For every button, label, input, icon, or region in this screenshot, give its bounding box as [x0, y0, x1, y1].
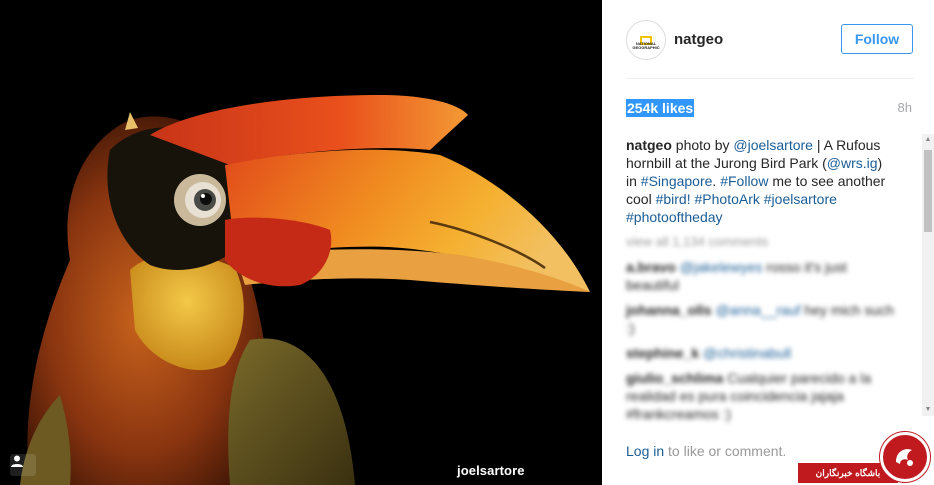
login-prompt: Log in to like or comment. — [626, 443, 786, 459]
post-header: NATIONAL GEOGRAPHIC natgeo Follow — [626, 20, 914, 60]
watermark-badge: باشگاه خبرنگاران — [798, 430, 934, 485]
comment: giulio_schlima Cualquier parecido a la r… — [626, 369, 896, 423]
hashtag-link[interactable]: #joelsartore — [764, 191, 837, 207]
mention-link[interactable]: @jakelewyes — [680, 259, 763, 275]
comment: a.bravo @jakelewyes rosso it's just beau… — [626, 258, 896, 294]
post-side-panel: NATIONAL GEOGRAPHIC natgeo Follow 254k l… — [602, 0, 934, 485]
comments-list: natgeo photo by @joelsartore | A Rufous … — [626, 136, 896, 423]
login-link[interactable]: Log in — [626, 443, 664, 459]
view-all-comments-link[interactable]: view all 1,134 comments — [626, 233, 896, 251]
caption-text: photo by — [671, 137, 734, 153]
comment-user[interactable]: johanna_olls — [626, 302, 712, 318]
hashtag-link[interactable]: #Singapore — [641, 173, 713, 189]
scroll-thumb[interactable] — [924, 150, 932, 232]
caption: natgeo photo by @joelsartore | A Rufous … — [626, 136, 896, 226]
hornbill-photo — [20, 95, 590, 485]
comment-user[interactable]: a.bravo — [626, 259, 676, 275]
comment-user[interactable]: stephine_k — [626, 345, 699, 361]
username[interactable]: natgeo — [674, 31, 723, 48]
mention-link[interactable]: @joelsartore — [733, 137, 813, 153]
comment: johanna_olls @anna__rauf hey mich such :… — [626, 301, 896, 337]
login-text: to like or comment. — [664, 443, 787, 459]
hashtag-link[interactable]: #Follow — [720, 173, 768, 189]
divider — [626, 78, 914, 79]
comments-scrollbar[interactable]: ▲ ▼ — [922, 134, 934, 416]
avatar[interactable] — [626, 20, 666, 60]
watermark-logo-icon — [880, 432, 930, 482]
follow-button[interactable]: Follow — [841, 24, 913, 54]
post-photo[interactable]: joelsartore — [0, 0, 602, 485]
likes-count[interactable]: 254k likes — [626, 99, 695, 117]
hashtag-link[interactable]: #PhotoArk — [695, 191, 760, 207]
scroll-down-icon[interactable]: ▼ — [924, 406, 932, 414]
caption-user[interactable]: natgeo — [626, 137, 672, 153]
mention-link[interactable]: @anna__rauf — [715, 302, 800, 318]
comment: stephine_k @christinabull — [626, 344, 896, 362]
post-time[interactable]: 8h — [898, 100, 912, 115]
photo-credit: joelsartore — [457, 463, 525, 478]
hashtag-link[interactable]: #photooftheday — [626, 209, 723, 225]
avatar-logo-text: NATIONAL GEOGRAPHIC — [632, 41, 660, 50]
mention-link[interactable]: @christinabull — [703, 345, 791, 361]
scroll-up-icon[interactable]: ▲ — [924, 136, 932, 144]
hashtag-link[interactable]: #bird! — [656, 191, 691, 207]
comment-user[interactable]: giulio_schlima — [626, 370, 723, 386]
mention-link[interactable]: @wrs.ig — [827, 155, 878, 171]
user-tag-icon[interactable] — [10, 454, 36, 476]
